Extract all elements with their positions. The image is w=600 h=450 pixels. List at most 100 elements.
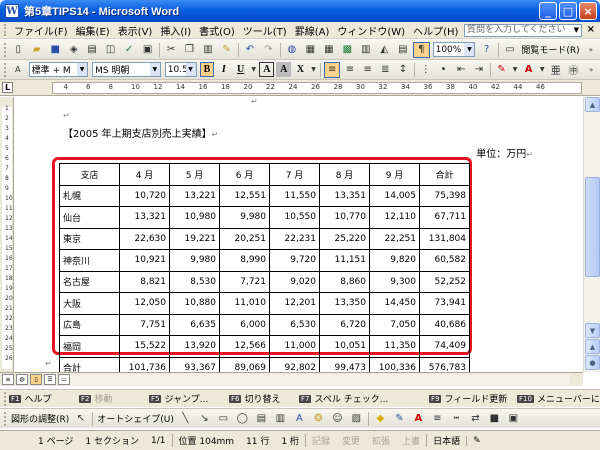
- header-branch[interactable]: 支店: [59, 163, 120, 186]
- font-color-icon[interactable]: A: [410, 411, 427, 427]
- vertical-ruler[interactable]: 1 2 3 4 5 6 7 8 9 10 11 12 13 14 15 16 17 18 19 20 21 22 23 24 2…: [0, 97, 14, 372]
- browse-object-icon[interactable]: ●: [585, 355, 600, 370]
- value-cell[interactable]: 9,980: [169, 249, 220, 272]
- line-style-icon[interactable]: ≡: [429, 411, 446, 427]
- branch-name-cell[interactable]: 仙台: [59, 206, 120, 229]
- reading-layout-icon[interactable]: ▭: [58, 374, 70, 385]
- print-preview-icon[interactable]: ◫: [102, 42, 118, 58]
- text-box-icon[interactable]: ▤: [253, 411, 270, 427]
- menu-file[interactable]: ファイル(F): [10, 23, 72, 38]
- fkey-f10[interactable]: F10 メニューバーに: [517, 392, 600, 406]
- save-icon[interactable]: ■: [47, 42, 63, 58]
- align-center-icon[interactable]: ≡: [342, 62, 358, 78]
- document-page[interactable]: ↵ ↵ 【2005 年上期支店別売上実績】↵ 単位：万円↵ 支店 4 月 5 月…: [15, 97, 583, 372]
- value-cell[interactable]: 10,980: [169, 206, 220, 229]
- bullets-icon[interactable]: •: [436, 62, 452, 78]
- value-cell[interactable]: 12,551: [219, 184, 270, 207]
- line-icon[interactable]: ╲: [177, 411, 194, 427]
- value-cell[interactable]: 20,251: [219, 227, 270, 250]
- clip-art-icon[interactable]: ☺: [329, 411, 346, 427]
- branch-name-cell[interactable]: 福岡: [59, 335, 120, 358]
- redo-icon[interactable]: ↷: [260, 42, 276, 58]
- 3d-icon[interactable]: ▣: [505, 411, 522, 427]
- value-cell[interactable]: 10,720: [119, 184, 170, 207]
- underline-dropdown-icon[interactable]: ▼: [250, 62, 257, 78]
- diagram-icon[interactable]: ❂: [310, 411, 327, 427]
- italic-button[interactable]: I: [216, 62, 231, 77]
- font-color-dropdown-icon[interactable]: ▼: [538, 62, 545, 78]
- scroll-thumb[interactable]: [585, 177, 600, 277]
- value-cell[interactable]: 7,721: [219, 270, 270, 293]
- highlight-dropdown-icon[interactable]: ▼: [511, 62, 518, 78]
- value-cell[interactable]: 9,980: [219, 206, 270, 229]
- value-cell[interactable]: 9,300: [369, 270, 420, 293]
- value-cell[interactable]: 13,350: [319, 292, 370, 315]
- value-cell[interactable]: 12,566: [219, 335, 270, 358]
- font-combo[interactable]: MS 明朝 ▼: [92, 62, 161, 77]
- value-cell[interactable]: 6,635: [169, 313, 220, 336]
- web-layout-icon[interactable]: ◍: [16, 374, 28, 385]
- menu-table[interactable]: 罫線(A): [291, 23, 334, 38]
- fkey-f9[interactable]: F9 フィールド更新: [429, 392, 517, 406]
- scroll-up-icon[interactable]: ▲: [585, 97, 600, 112]
- chevron-down-icon[interactable]: ▼: [464, 43, 475, 56]
- value-cell[interactable]: 89,069: [219, 356, 270, 372]
- header-july[interactable]: 7 月: [269, 163, 320, 186]
- shadow-icon[interactable]: ■: [486, 411, 503, 427]
- align-justify-icon[interactable]: ≡: [324, 61, 341, 78]
- value-cell[interactable]: 52,252: [419, 270, 470, 293]
- menu-window[interactable]: ウィンドウ(W): [333, 23, 409, 38]
- branch-name-cell[interactable]: 大阪: [59, 292, 120, 315]
- header-august[interactable]: 8 月: [319, 163, 370, 186]
- value-cell[interactable]: 13,351: [319, 184, 370, 207]
- insert-excel-icon[interactable]: ▩: [339, 42, 355, 58]
- header-june[interactable]: 6 月: [219, 163, 270, 186]
- value-cell[interactable]: 40,686: [419, 313, 470, 336]
- value-cell[interactable]: 10,880: [169, 292, 220, 315]
- format-painter-icon[interactable]: ✎: [218, 42, 234, 58]
- value-cell[interactable]: 75,398: [419, 184, 470, 207]
- font-color-icon[interactable]: A: [521, 62, 537, 78]
- menu-view[interactable]: 表示(V): [114, 23, 157, 38]
- value-cell[interactable]: 15,522: [119, 335, 170, 358]
- horizontal-scrollbar[interactable]: [70, 374, 570, 385]
- select-objects-icon[interactable]: ↖: [72, 411, 89, 427]
- value-cell[interactable]: 7,050: [369, 313, 420, 336]
- value-cell[interactable]: 11,151: [319, 249, 370, 272]
- print-icon[interactable]: ▤: [84, 42, 100, 58]
- read-mode-icon[interactable]: ▭: [502, 42, 518, 58]
- spelling-icon[interactable]: ✓: [121, 42, 137, 58]
- value-cell[interactable]: 6,000: [219, 313, 270, 336]
- autoshapes-button[interactable]: オートシェイプ(U): [95, 412, 176, 425]
- menu-edit[interactable]: 編集(E): [72, 23, 114, 38]
- branch-name-cell[interactable]: 神奈川: [59, 249, 120, 272]
- zoom-combo[interactable]: 100% ▼: [432, 42, 476, 57]
- value-cell[interactable]: 576,783: [419, 356, 470, 372]
- bold-button[interactable]: B: [199, 62, 215, 77]
- status-record[interactable]: 記録: [305, 434, 336, 447]
- columns-icon[interactable]: ▥: [358, 42, 374, 58]
- previous-page-icon[interactable]: ▲: [585, 339, 600, 354]
- value-cell[interactable]: 131,804: [419, 227, 470, 250]
- scroll-down-icon[interactable]: ▼: [585, 323, 600, 338]
- styles-icon[interactable]: A: [10, 62, 26, 78]
- picture-icon[interactable]: ▨: [348, 411, 365, 427]
- value-cell[interactable]: 22,251: [369, 227, 420, 250]
- toolbar-options-icon[interactable]: »: [583, 62, 599, 78]
- toolbar-grip[interactable]: [4, 411, 7, 426]
- phonetic-guide-icon[interactable]: 亜: [548, 62, 564, 78]
- style-combo[interactable]: 標準 + M ▼: [28, 62, 89, 77]
- word-app-icon[interactable]: W: [5, 4, 19, 18]
- branch-name-cell[interactable]: 名古屋: [59, 270, 120, 293]
- maximize-button[interactable]: □: [559, 2, 577, 20]
- menu-format[interactable]: 書式(O): [195, 23, 239, 38]
- value-cell[interactable]: 13,920: [169, 335, 220, 358]
- fkey-f7[interactable]: F7 スペル チェック...: [299, 392, 429, 406]
- minimize-button[interactable]: _: [539, 2, 557, 20]
- value-cell[interactable]: 8,860: [319, 270, 370, 293]
- toolbar-grip[interactable]: [4, 62, 7, 77]
- char-border-icon[interactable]: A: [259, 62, 275, 77]
- value-cell[interactable]: 13,221: [169, 184, 220, 207]
- value-cell[interactable]: 14,450: [369, 292, 420, 315]
- research-icon[interactable]: ▣: [139, 42, 155, 58]
